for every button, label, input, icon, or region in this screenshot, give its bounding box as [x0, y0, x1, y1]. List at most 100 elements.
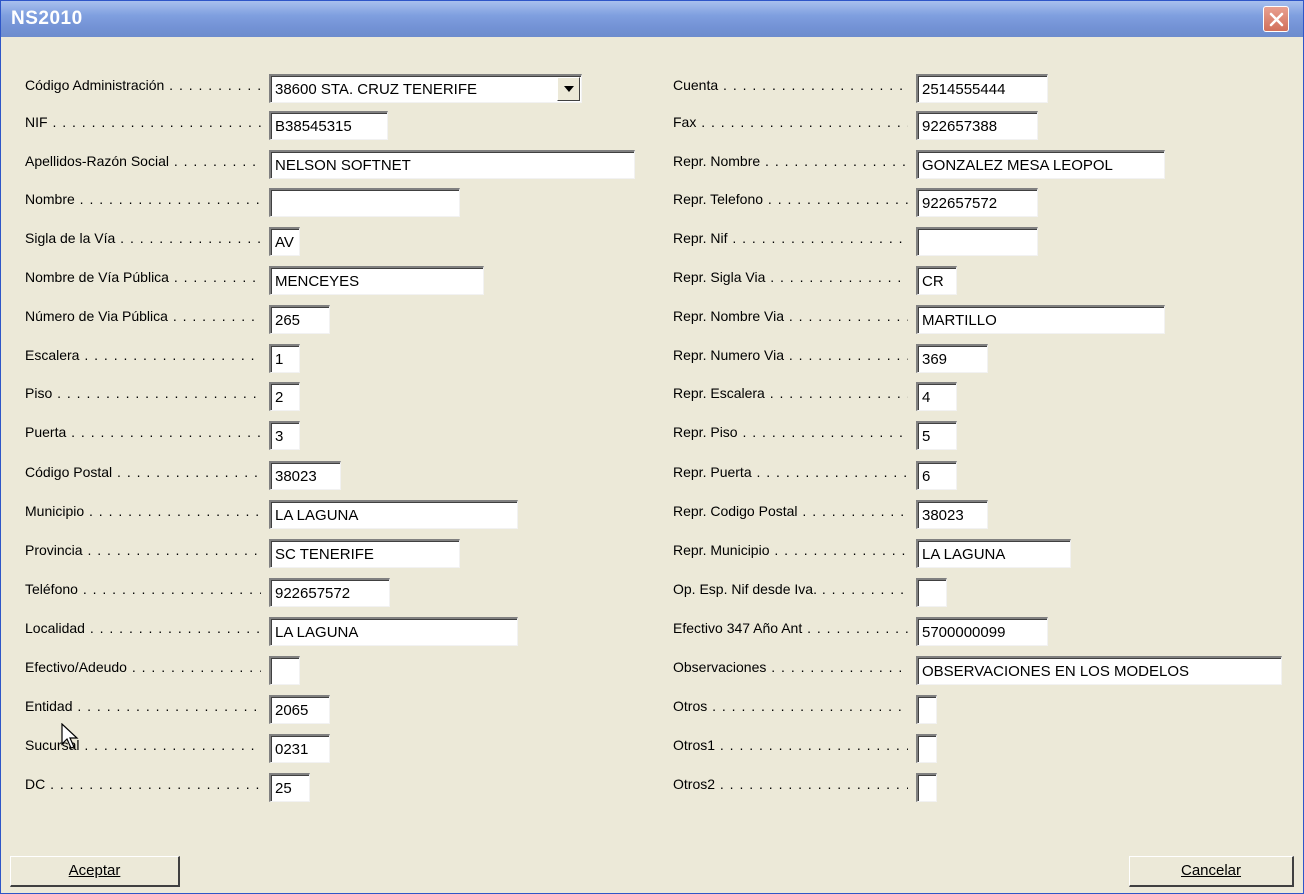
right-field-16[interactable] [916, 695, 937, 724]
dropdown-arrow-icon [564, 86, 574, 92]
field-value: B38545315 [275, 118, 352, 135]
field-label-text: Repr. Numero Via [673, 347, 785, 363]
left-field-5[interactable]: MENCEYES [269, 266, 484, 295]
left-label-7: Escalera . . . . . . . . . . . . . . . .… [25, 346, 261, 364]
field-label-text: Nombre de Vía Pública [25, 269, 169, 285]
left-field-16[interactable]: 2065 [269, 695, 330, 724]
left-field-12[interactable]: SC TENERIFE [269, 539, 460, 568]
right-label-5: Repr. Sigla Via . . . . . . . . . . . . … [673, 268, 908, 286]
right-field-13[interactable] [916, 578, 947, 607]
right-field-2[interactable]: GONZALEZ MESA LEOPOL [916, 150, 1165, 179]
left-field-10[interactable]: 38023 [269, 461, 341, 490]
title-bar[interactable]: NS2010 [1, 1, 1303, 37]
leader-dots: . . . . . . . . . . . . . . . . . . . . … [788, 308, 908, 324]
left-field-11[interactable]: LA LAGUNA [269, 500, 518, 529]
left-field-6[interactable]: 265 [269, 305, 330, 334]
leader-dots: . . . . . . . . . . . . . . . . . . . . … [169, 77, 261, 93]
codigo-administracion-select[interactable]: 38600 STA. CRUZ TENERIFE [269, 74, 582, 103]
accept-label: Aceptar [68, 862, 121, 879]
right-label-16: Otros . . . . . . . . . . . . . . . . . … [673, 697, 908, 715]
field-value: CR [922, 273, 944, 290]
leader-dots: . . . . . . . . . . . . . . . . . . . . … [770, 269, 908, 285]
dialog-window: NS2010 Código Administración . . . . . .… [0, 0, 1304, 894]
field-label-text: Repr. Telefono [673, 191, 764, 207]
leader-dots: . . . . . . . . . . . . . . . . . . . . … [756, 464, 908, 480]
field-label-text: Nombre [25, 191, 75, 207]
right-field-6[interactable]: MARTILLO [916, 305, 1165, 334]
field-label-text: Puerta [25, 424, 67, 440]
left-field-7[interactable]: 1 [269, 344, 300, 373]
leader-dots: . . . . . . . . . . . . . . . . . . . . … [719, 776, 908, 792]
left-field-2[interactable]: NELSON SOFTNET [269, 150, 635, 179]
left-label-18: DC . . . . . . . . . . . . . . . . . . .… [25, 775, 261, 793]
left-field-9[interactable]: 3 [269, 421, 300, 450]
field-label-text: Repr. Municipio [673, 542, 770, 558]
right-field-12[interactable]: LA LAGUNA [916, 539, 1071, 568]
field-label-text: Teléfono [25, 581, 78, 597]
leader-dots: . . . . . . . . . . . . . . . . . . . . … [71, 424, 261, 440]
right-label-0: Cuenta . . . . . . . . . . . . . . . . .… [673, 76, 908, 94]
left-field-15[interactable] [269, 656, 300, 685]
field-value: 1 [275, 351, 284, 368]
field-value: 5 [922, 428, 931, 445]
left-label-14: Localidad . . . . . . . . . . . . . . . … [25, 619, 261, 637]
right-field-5[interactable]: CR [916, 266, 957, 295]
leader-dots: . . . . . . . . . . . . . . . . . . . . … [788, 347, 908, 363]
leader-dots: . . . . . . . . . . . . . . . . . . . . … [89, 503, 261, 519]
right-field-1[interactable]: 922657388 [916, 111, 1038, 140]
left-label-2: Apellidos-Razón Social . . . . . . . . .… [25, 152, 261, 170]
field-value: 922657388 [922, 118, 998, 135]
leader-dots: . . . . . . . . . . . . . . . . . . . . … [771, 659, 908, 675]
left-label-6: Número de Via Pública . . . . . . . . . … [25, 307, 261, 325]
close-button[interactable] [1263, 6, 1289, 32]
left-field-3[interactable] [269, 188, 460, 217]
right-field-7[interactable]: 369 [916, 344, 988, 373]
right-field-18[interactable] [916, 773, 937, 802]
right-field-15[interactable]: OBSERVACIONES EN LOS MODELOS [916, 656, 1282, 685]
dropdown-button[interactable] [557, 77, 580, 101]
field-value: 38600 STA. CRUZ TENERIFE [275, 81, 478, 98]
left-field-1[interactable]: B38545315 [269, 111, 388, 140]
leader-dots: . . . . . . . . . . . . . . . . . . . . … [173, 269, 261, 285]
right-field-11[interactable]: 38023 [916, 500, 988, 529]
field-value: 265 [275, 312, 301, 329]
right-field-9[interactable]: 5 [916, 421, 957, 450]
right-label-1: Fax . . . . . . . . . . . . . . . . . . … [673, 113, 908, 131]
field-label-text: Otros2 [673, 776, 716, 792]
accept-button[interactable]: Aceptar [10, 856, 180, 887]
field-value: MARTILLO [922, 312, 997, 329]
field-label-text: Repr. Piso [673, 424, 738, 440]
leader-dots: . . . . . . . . . . . . . . . . . . . . … [87, 542, 261, 558]
right-label-9: Repr. Piso . . . . . . . . . . . . . . .… [673, 423, 908, 441]
field-value: 3 [275, 428, 284, 445]
left-field-14[interactable]: LA LAGUNA [269, 617, 518, 646]
cancel-button[interactable]: Cancelar [1129, 856, 1294, 887]
right-field-17[interactable] [916, 734, 937, 763]
right-label-7: Repr. Numero Via . . . . . . . . . . . .… [673, 346, 908, 364]
field-label-text: Localidad [25, 620, 85, 636]
mouse-pointer-icon [61, 723, 79, 749]
right-field-14[interactable]: 5700000099 [916, 617, 1048, 646]
field-value: 25 [275, 780, 292, 797]
right-field-4[interactable] [916, 227, 1038, 256]
field-value: 0231 [275, 741, 309, 758]
field-label-text: Cuenta [673, 77, 719, 93]
left-field-13[interactable]: 922657572 [269, 578, 390, 607]
leader-dots: . . . . . . . . . . . . . . . . . . . . … [719, 737, 908, 753]
right-field-0[interactable]: 2514555444 [916, 74, 1048, 103]
left-field-4[interactable]: AV [269, 227, 300, 256]
leader-dots: . . . . . . . . . . . . . . . . . . . . … [52, 114, 261, 130]
left-field-8[interactable]: 2 [269, 382, 300, 411]
field-label-text: Repr. Codigo Postal [673, 503, 798, 519]
leader-dots: . . . . . . . . . . . . . . . . . . . . … [57, 385, 261, 401]
right-field-3[interactable]: 922657572 [916, 188, 1038, 217]
field-label-text: Op. Esp. Nif desde Iva. [673, 581, 817, 597]
field-label-text: Efectivo/Adeudo [25, 659, 127, 675]
left-field-18[interactable]: 25 [269, 773, 310, 802]
leader-dots: . . . . . . . . . . . . . . . . . . . . … [89, 620, 261, 636]
field-value: LA LAGUNA [275, 624, 359, 641]
left-field-17[interactable]: 0231 [269, 734, 330, 763]
field-value: 922657572 [922, 195, 998, 212]
right-field-10[interactable]: 6 [916, 461, 957, 490]
right-field-8[interactable]: 4 [916, 382, 957, 411]
